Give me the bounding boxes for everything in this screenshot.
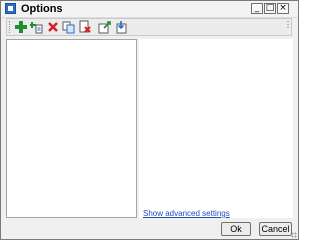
resize-grip[interactable] [291,232,297,238]
toolbar-grip[interactable] [9,21,12,33]
export-icon[interactable] [98,20,112,34]
remove-icon[interactable] [78,20,92,34]
settings-panel [139,39,293,218]
options-window-icon [5,3,16,14]
show-advanced-settings-link[interactable]: Show advanced settings [143,209,230,218]
delete-icon[interactable] [46,20,60,34]
minimize-button[interactable]: _ [251,3,263,14]
toolbar: ⋮ [6,18,292,36]
window-title: Options [21,3,63,15]
cancel-button[interactable]: Cancel [259,222,292,236]
import-icon[interactable] [114,20,128,34]
maximize-button[interactable]: □ [264,3,276,14]
copy-icon[interactable] [62,20,76,34]
title-bar: Options _ □ × [1,1,298,18]
ok-button[interactable]: Ok [221,222,251,236]
close-button[interactable]: × [277,3,289,14]
options-tree[interactable] [6,39,137,218]
toolbar-overflow-button[interactable]: ⋮ [284,21,292,32]
add-icon[interactable] [14,20,28,34]
add-item-icon[interactable] [30,20,44,34]
options-window: Options _ □ × ⋮ Show advanced settings O… [0,0,299,240]
